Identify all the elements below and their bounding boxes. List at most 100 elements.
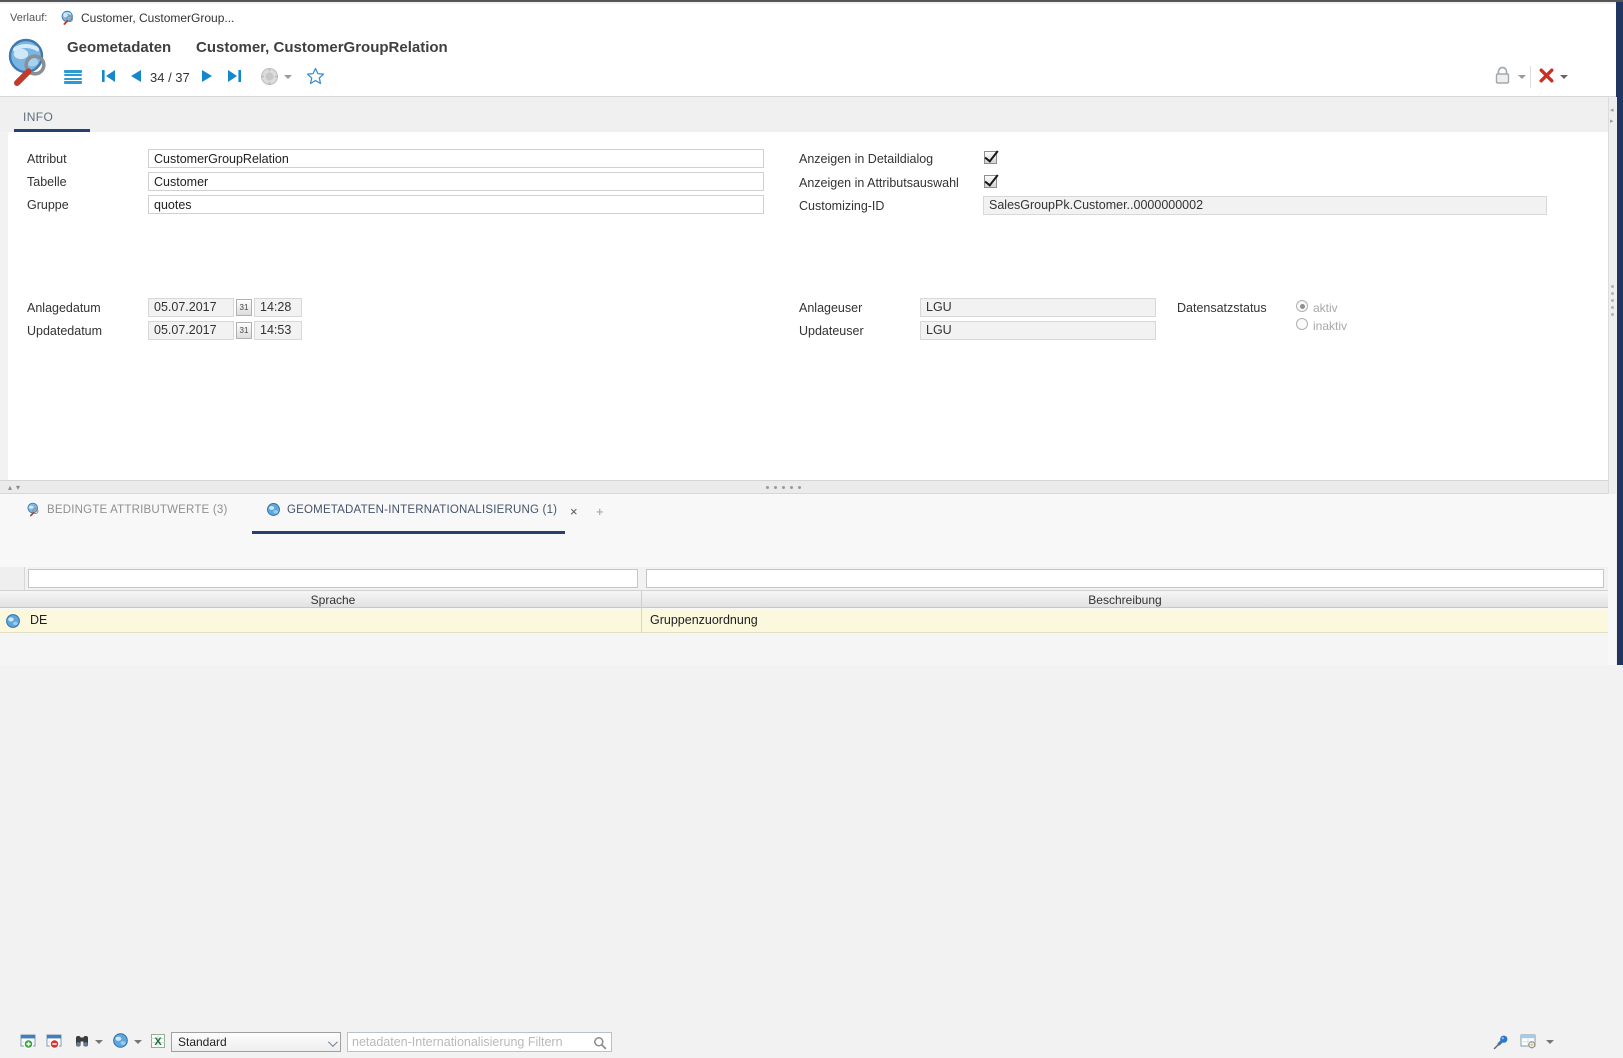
lock-button[interactable] (1492, 64, 1513, 86)
page-title: Geometadaten (67, 39, 171, 56)
anlageuser-label: Anlageuser (799, 301, 862, 315)
globe-search-icon (60, 10, 76, 26)
splitter-drag-handle (766, 486, 801, 489)
tab-geometadaten-internationalisierung[interactable]: GEOMETADATEN-INTERNATIONALISIERUNG (1) (266, 502, 557, 517)
globe-dropdown-caret[interactable] (134, 1040, 142, 1044)
row-globe-icon (5, 613, 21, 629)
radio-inaktiv-label: inaktiv (1313, 319, 1347, 333)
hamburger-icon (64, 70, 82, 84)
add-row-button[interactable] (20, 1033, 36, 1049)
gruppe-input[interactable] (148, 195, 764, 214)
tabelle-input[interactable] (148, 172, 764, 191)
close-record-button[interactable] (1538, 67, 1555, 84)
magnifier-icon[interactable] (592, 1035, 608, 1051)
anlagedatum-calendar-button[interactable]: 31 (236, 299, 252, 316)
table-row[interactable]: DE Gruppenzuordnung (0, 609, 1608, 633)
page-subtitle: Customer, CustomerGroupRelation (196, 39, 448, 56)
attribut-input[interactable] (148, 149, 764, 168)
record-position: 34 / 37 (150, 70, 190, 85)
delete-row-button[interactable] (46, 1033, 62, 1049)
previous-record-button[interactable] (128, 68, 143, 84)
collapse-left-icon: ◂ (1610, 107, 1614, 114)
caret-down-icon (284, 75, 292, 79)
grid-filter-input[interactable] (352, 1034, 584, 1050)
grid-settings-caret[interactable] (1546, 1040, 1554, 1044)
caret-down-icon (1560, 75, 1568, 79)
panel-splitter[interactable]: ▴▾ (0, 480, 1608, 494)
close-dropdown-caret[interactable] (1560, 75, 1568, 79)
column-header-beschreibung[interactable]: Beschreibung (646, 593, 1604, 607)
grid-settings-button[interactable] (1520, 1033, 1536, 1049)
updatedatum-time-field: 14:53 (254, 321, 302, 340)
tab-bedingte-attributwerte[interactable]: BEDINGTE ATTRIBUTWERTE (3) (26, 502, 227, 517)
tab-close-button[interactable]: × (570, 505, 578, 518)
lock-dropdown-caret[interactable] (1518, 75, 1526, 79)
svg-text:X: X (154, 1036, 162, 1048)
tab-add-button[interactable]: + (596, 505, 604, 518)
filter-beschreibung-input[interactable] (646, 569, 1604, 588)
history-item[interactable]: Customer, CustomerGroup... (60, 8, 234, 28)
window-right-border (1616, 2, 1623, 665)
globe-search-icon (26, 502, 41, 517)
chevron-down-icon (328, 1037, 338, 1047)
cell-beschreibung: Gruppenzuordnung (650, 613, 758, 627)
anzeigen-attributsauswahl-checkbox[interactable] (984, 175, 997, 188)
attribut-label: Attribut (27, 152, 67, 166)
tab-label: GEOMETADATEN-INTERNATIONALISIERUNG (1) (287, 504, 557, 516)
favorite-button[interactable] (306, 67, 325, 85)
history-item-label: Customer, CustomerGroup... (81, 11, 234, 25)
search-binoculars-button[interactable] (74, 1033, 90, 1049)
previous-record-icon (128, 68, 143, 84)
gear-globe-disabled-icon (260, 67, 279, 86)
next-record-icon (200, 68, 215, 84)
grid-toolbar: X Standard (0, 1030, 1608, 1058)
anlagedatum-date-field: 05.07.2017 (148, 298, 234, 317)
tab-info[interactable]: INFO (14, 104, 62, 132)
pin-button[interactable] (1492, 1033, 1510, 1051)
search-dropdown-caret[interactable] (95, 1040, 103, 1044)
lock-icon (1492, 64, 1513, 86)
calendar-icon: 31 (240, 326, 249, 335)
active-tab-underline (252, 531, 565, 534)
gruppe-label: Gruppe (27, 198, 69, 212)
collapse-right-icon: ▸ (1610, 118, 1614, 125)
updateuser-label: Updateuser (799, 324, 864, 338)
excel-export-button[interactable]: X (150, 1033, 166, 1049)
next-record-button[interactable] (200, 68, 215, 84)
updatedatum-calendar-button[interactable]: 31 (236, 322, 252, 339)
globe-icon (266, 502, 281, 517)
grid-gutter (0, 567, 25, 590)
first-record-button[interactable] (100, 68, 117, 84)
grid-header-row: Sprache Beschreibung (0, 590, 1608, 608)
detail-tabstrip: INFO (0, 97, 1608, 132)
splitter-collapse-arrows[interactable]: ▴▾ (8, 483, 24, 492)
header: Geometadaten Customer, CustomerGroupRela… (0, 30, 1616, 97)
customizing-id-field: SalesGroupPk.Customer..0000000002 (983, 196, 1547, 215)
column-divider[interactable] (641, 591, 642, 609)
datensatzstatus-label: Datensatzstatus (1177, 301, 1267, 315)
anlagedatum-time-field: 14:28 (254, 298, 302, 317)
grid-filter-row (0, 567, 1608, 590)
close-x-icon (1538, 67, 1555, 84)
history-bar: Verlauf: Customer, CustomerGroup... (0, 4, 1616, 30)
anzeigen-detaildialog-checkbox[interactable] (984, 151, 997, 164)
app-globe-tools-icon (6, 38, 52, 88)
view-select[interactable]: Standard (171, 1032, 341, 1052)
radio-aktiv-label: aktiv (1313, 301, 1338, 315)
anlageuser-field: LGU (920, 298, 1156, 317)
history-label: Verlauf: (10, 12, 47, 24)
column-header-sprache[interactable]: Sprache (25, 593, 641, 607)
view-select-value: Standard (178, 1035, 227, 1049)
filter-sprache-input[interactable] (28, 569, 638, 588)
actions-button-disabled[interactable] (260, 67, 279, 86)
last-record-button[interactable] (226, 68, 243, 84)
anlagedatum-label: Anlagedatum (27, 301, 101, 315)
customizing-id-label: Customizing-ID (799, 199, 884, 213)
anzeigen-detaildialog-label: Anzeigen in Detaildialog (799, 152, 933, 166)
updatedatum-date-field: 05.07.2017 (148, 321, 234, 340)
row-column-divider (641, 609, 642, 633)
actions-dropdown-caret[interactable] (284, 75, 292, 79)
radio-aktiv (1296, 300, 1308, 312)
globe-language-button[interactable] (112, 1032, 129, 1049)
menu-button[interactable] (64, 70, 82, 84)
